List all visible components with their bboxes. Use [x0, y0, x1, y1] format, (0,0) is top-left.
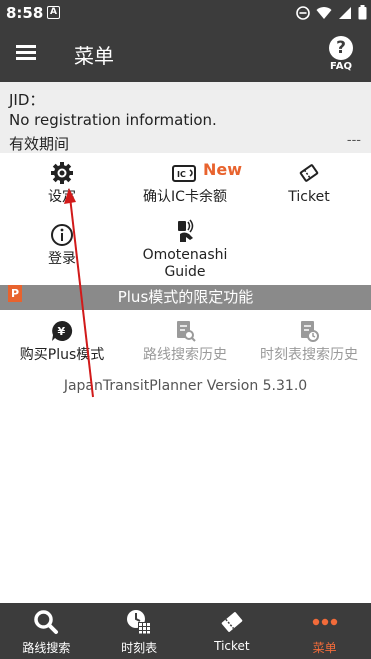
speaker-hand-icon: [178, 219, 194, 242]
bottom-navigation: 路线搜索 时刻表 Ticket 菜单: [0, 603, 371, 659]
nav-timetable-label: 时刻表: [121, 641, 158, 655]
settings-button[interactable]: 设定: [12, 160, 112, 206]
version-text: JapanTransitPlanner Version 5.31.0: [63, 378, 308, 394]
ic-card-icon: IC: [172, 165, 196, 182]
validity-value: ---: [346, 133, 361, 148]
info-icon: [51, 224, 73, 246]
status-icons: [296, 5, 367, 20]
ticket-menu-label: Ticket: [288, 189, 330, 205]
buy-plus-button[interactable]: ¥ 购买Plus模式: [12, 318, 112, 364]
ticket-icon: [221, 612, 243, 632]
do-not-disturb-icon: [296, 5, 310, 20]
timetable-history-icon: [301, 321, 319, 342]
plus-section-title: Plus模式的限定功能: [117, 288, 254, 306]
svg-text:¥: ¥: [58, 325, 66, 338]
wifi-icon: [316, 6, 332, 19]
nav-ticket[interactable]: Ticket: [186, 603, 279, 659]
timetable-history-label: 时刻表搜索历史: [260, 347, 358, 363]
status-bar: 8:58 A: [0, 0, 371, 26]
question-icon: ?: [329, 36, 353, 60]
nav-menu-label: 菜单: [312, 641, 337, 655]
notification-icon: A: [47, 6, 60, 19]
nav-menu[interactable]: 菜单: [278, 603, 371, 659]
faq-button[interactable]: ? FAQ: [323, 36, 359, 72]
timetable-icon: [127, 610, 152, 634]
ic-balance-label: 确认IC卡余额: [143, 189, 227, 205]
search-icon: [34, 610, 59, 634]
route-history-label: 路线搜索历史: [143, 347, 227, 363]
route-history-button[interactable]: 路线搜索历史: [135, 318, 235, 364]
validity-label: 有效期间: [9, 135, 70, 153]
settings-label: 设定: [48, 189, 76, 205]
login-button[interactable]: 登录: [12, 222, 112, 268]
ticket-icon: [299, 164, 319, 182]
new-badge: New: [203, 160, 243, 179]
page-title: 菜单: [74, 44, 114, 68]
route-history-icon: [177, 321, 196, 342]
nav-ticket-label: Ticket: [214, 639, 250, 653]
ticket-menu-button[interactable]: Ticket: [259, 160, 359, 206]
nav-route-search[interactable]: 路线搜索: [0, 603, 93, 659]
nav-timetable[interactable]: 时刻表: [93, 603, 186, 659]
omotenashi-guide-button[interactable]: Omotenashi Guide: [135, 218, 235, 281]
account-info: JID： No registration information. 有效期间 -…: [0, 82, 371, 153]
svg-text:IC: IC: [177, 170, 186, 179]
login-label: 登录: [48, 251, 76, 267]
more-icon: [312, 618, 337, 626]
buy-plus-label: 购买Plus模式: [19, 347, 105, 363]
yen-chat-icon: ¥: [52, 320, 73, 341]
nav-route-search-label: 路线搜索: [22, 641, 71, 655]
jid-label: JID：: [9, 91, 45, 109]
signal-icon: [339, 6, 351, 19]
omotenashi-guide-label: Omotenashi Guide: [142, 247, 228, 280]
status-time: 8:58: [6, 4, 44, 22]
battery-icon: [358, 5, 367, 20]
app-bar: 菜单 ? FAQ: [0, 26, 371, 82]
timetable-history-button[interactable]: 时刻表搜索历史: [253, 318, 365, 364]
hamburger-menu-icon[interactable]: [14, 42, 42, 66]
plus-section-header: P Plus模式的限定功能: [0, 285, 371, 310]
gear-icon: [51, 162, 73, 184]
faq-label: FAQ: [330, 61, 352, 72]
plus-badge-icon: P: [8, 285, 22, 302]
registration-text: No registration information.: [9, 111, 217, 129]
